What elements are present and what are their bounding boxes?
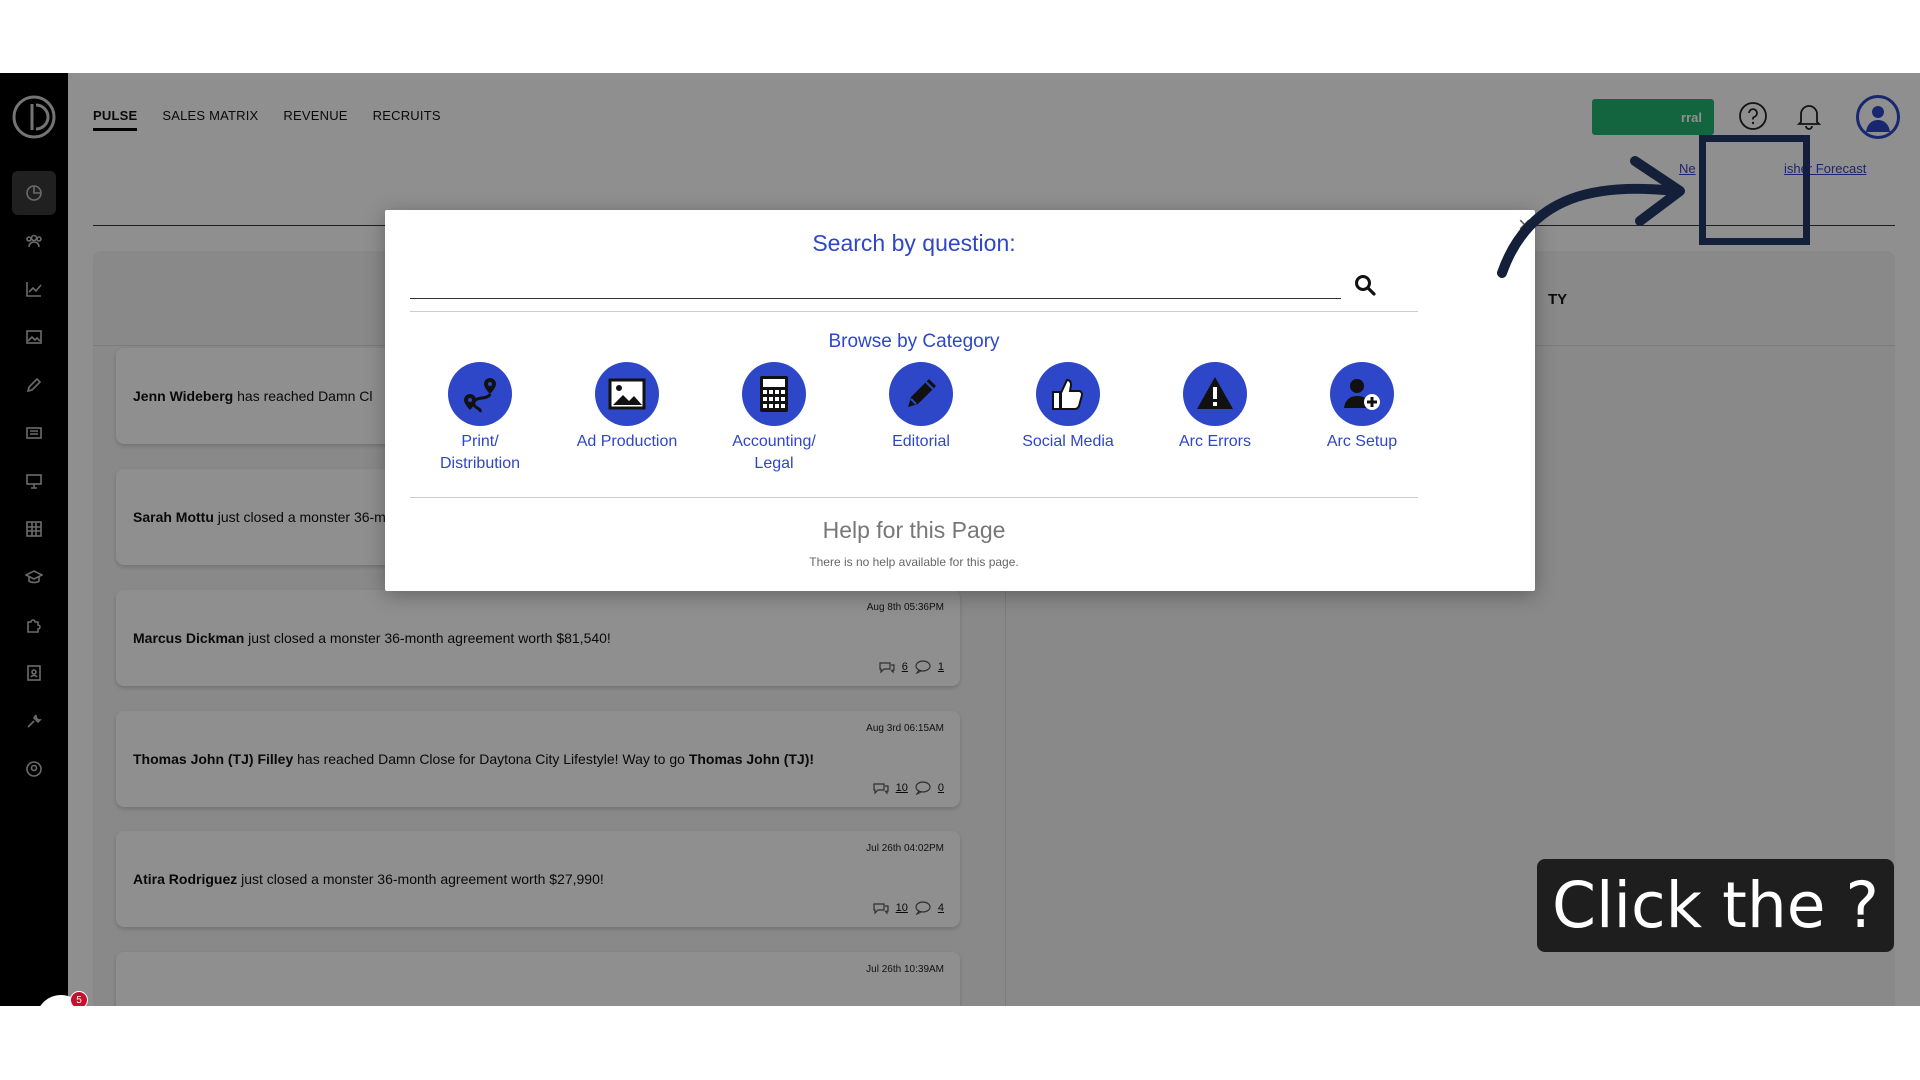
help-modal: × Search by question: Browse by Category…: [385, 210, 1535, 591]
browse-title: Browse by Category: [828, 331, 1000, 352]
category-label: Print/ Distribution: [439, 433, 521, 472]
thumbs-up-icon: [1052, 378, 1084, 410]
search-input[interactable]: [410, 298, 1341, 299]
calculator-icon: [760, 376, 788, 412]
category-label: Arc Errors: [1179, 433, 1251, 450]
category-label: Arc Setup: [1326, 433, 1398, 450]
category-print-distribution[interactable]: Print/ Distribution: [410, 362, 550, 475]
category-label: Editorial: [892, 433, 950, 450]
category-editorial[interactable]: Editorial: [851, 362, 991, 453]
category-arc-setup[interactable]: Arc Setup: [1292, 362, 1432, 453]
annotation-callout: Click the ?: [1537, 859, 1894, 952]
route-pin-icon: [464, 378, 496, 413]
search-title: Search by question:: [812, 230, 1016, 256]
category-social-media[interactable]: Social Media: [998, 362, 1138, 453]
category-arc-errors[interactable]: Arc Errors: [1145, 362, 1285, 453]
annotation-callout-text: Click the ?: [1552, 869, 1879, 942]
category-label: Accounting/ Legal: [732, 433, 816, 472]
annotation-highlight-box: [1699, 135, 1810, 245]
category-ad-production[interactable]: Ad Production: [557, 362, 697, 453]
help-title: Help for this Page: [822, 517, 1006, 543]
category-list: Print/ Distribution Ad Production Accoun…: [410, 362, 1418, 472]
stage: PULSE SALES MATRIX REVENUE RECRUITS rral: [0, 0, 1920, 1080]
assistant-notification-count: 5: [70, 991, 88, 1006]
modal-divider-top: [410, 311, 1418, 312]
annotation-arrow-icon: [1497, 156, 1685, 278]
modal-divider-bottom: [410, 497, 1418, 498]
user-plus-icon: [1344, 379, 1380, 410]
image-icon: [608, 378, 646, 410]
search-icon: [1355, 275, 1376, 296]
pencil-icon: [908, 379, 936, 407]
category-accounting-legal[interactable]: Accounting/ Legal: [704, 362, 844, 475]
help-text: There is no help available for this page…: [809, 555, 1019, 569]
warning-icon: [1197, 377, 1233, 409]
category-label: Social Media: [1022, 433, 1114, 450]
category-label: Ad Production: [576, 433, 678, 450]
search-button[interactable]: [1350, 270, 1380, 300]
